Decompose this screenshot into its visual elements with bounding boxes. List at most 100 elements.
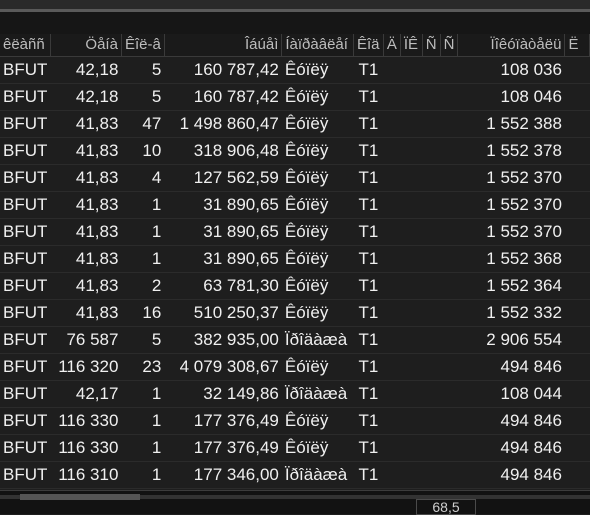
cell-code: T1 xyxy=(353,326,384,354)
cell-empty xyxy=(440,245,458,273)
table-row[interactable]: BFUT 42,18 5 160 787,42 Êóïëÿ T1 108 046 xyxy=(0,83,590,111)
table-row[interactable]: BFUT 41,83 16 510 250,37 Êóïëÿ T1 1 552 332 xyxy=(0,299,590,327)
cell-empty xyxy=(564,380,590,408)
cell-buyer: 494 846 xyxy=(457,407,565,435)
cell-class: BFUT xyxy=(0,83,51,111)
header-col-12[interactable]: Ë xyxy=(564,34,590,57)
table-row[interactable]: BFUT 116 330 1 177 376,49 Êóïëÿ T1 494 846 xyxy=(0,434,590,462)
table-row[interactable]: BFUT 116 310 1 177 346,00 Ïðîäàæà T1 494 846 xyxy=(0,461,590,489)
cell-buyer: 2 906 554 xyxy=(457,326,565,354)
cell-buyer: 494 846 xyxy=(457,434,565,462)
cell-class: BFUT xyxy=(0,137,51,165)
table-row[interactable]: BFUT 41,83 1 31 890,65 Êóïëÿ T1 1 552 370 xyxy=(0,191,590,219)
cell-price: 41,83 xyxy=(50,245,122,273)
cell-price: 42,18 xyxy=(50,56,122,84)
header-volume[interactable]: Îáúåì xyxy=(164,34,283,57)
header-col-9[interactable]: Ñ xyxy=(422,34,441,57)
cell-empty xyxy=(564,434,590,462)
table-row[interactable]: BFUT 116 320 23 4 079 308,67 Êóïëÿ T1 494 846 xyxy=(0,353,590,381)
cell-qty: 1 xyxy=(121,218,165,246)
cell-qty: 2 xyxy=(121,272,165,300)
cell-empty xyxy=(400,353,423,381)
cell-direction: Ïðîäàæà xyxy=(281,326,354,354)
cell-direction: Êóïëÿ xyxy=(281,218,354,246)
cell-volume: 177 376,49 xyxy=(164,434,282,462)
cell-empty xyxy=(400,137,423,165)
cell-price: 41,83 xyxy=(50,110,122,138)
table-row[interactable]: BFUT 41,83 2 63 781,30 Êóïëÿ T1 1 552 364 xyxy=(0,272,590,300)
header-price[interactable]: Öåíà xyxy=(50,34,122,57)
cell-price: 42,17 xyxy=(50,380,122,408)
scroll-thumb[interactable] xyxy=(20,494,140,500)
cell-qty: 1 xyxy=(121,380,165,408)
cell-empty xyxy=(400,164,423,192)
cell-empty xyxy=(440,272,458,300)
cell-buyer: 1 552 364 xyxy=(457,272,565,300)
cell-qty: 16 xyxy=(121,299,165,327)
cell-qty: 1 xyxy=(121,434,165,462)
header-col-8[interactable]: ÏÊ xyxy=(400,34,423,57)
cell-empty xyxy=(564,56,590,84)
cell-price: 76 587 xyxy=(50,326,122,354)
cell-volume: 31 890,65 xyxy=(164,218,282,246)
cell-direction: Êóïëÿ xyxy=(281,137,354,165)
cell-class: BFUT xyxy=(0,461,51,489)
cell-volume: 31 890,65 xyxy=(164,245,282,273)
cell-qty: 1 xyxy=(121,461,165,489)
cell-empty xyxy=(440,299,458,327)
cell-price: 116 320 xyxy=(50,353,122,381)
cell-empty xyxy=(400,461,423,489)
horizontal-scrollbar[interactable]: 68,5 xyxy=(0,490,590,515)
cell-empty xyxy=(422,299,441,327)
table-row[interactable]: BFUT 42,18 5 160 787,42 Êóïëÿ T1 108 036 xyxy=(0,56,590,84)
cell-empty xyxy=(383,299,401,327)
table-row[interactable]: BFUT 41,83 1 31 890,65 Êóïëÿ T1 1 552 368 xyxy=(0,245,590,273)
header-col-10[interactable]: Ñ xyxy=(440,34,459,57)
cell-class: BFUT xyxy=(0,353,51,381)
table-row[interactable]: BFUT 41,83 47 1 498 860,47 Êóïëÿ T1 1 552 388 xyxy=(0,110,590,138)
cell-price: 41,83 xyxy=(50,137,122,165)
cell-empty xyxy=(564,191,590,219)
header-direction[interactable]: Íàïðàâëåí xyxy=(281,34,354,57)
table-row[interactable]: BFUT 76 587 5 382 935,00 Ïðîäàæà T1 2 906 554 xyxy=(0,326,590,354)
cell-empty xyxy=(564,218,590,246)
header-col-7[interactable]: Ä xyxy=(383,34,401,57)
cell-direction: Êóïëÿ xyxy=(281,191,354,219)
header-buyer[interactable]: Ïîêóïàòåëü xyxy=(457,34,566,57)
cell-empty xyxy=(400,326,423,354)
cell-empty xyxy=(564,137,590,165)
table-row[interactable]: BFUT 116 330 1 177 376,49 Êóïëÿ T1 494 846 xyxy=(0,407,590,435)
cell-qty: 5 xyxy=(121,56,165,84)
cell-price: 41,83 xyxy=(50,191,122,219)
cell-empty xyxy=(564,83,590,111)
header-code[interactable]: Êîä xyxy=(353,34,384,57)
table-row[interactable]: BFUT 42,17 1 32 149,86 Ïðîäàæà T1 108 044 xyxy=(0,380,590,408)
cell-empty xyxy=(564,245,590,273)
cell-buyer: 1 552 370 xyxy=(457,164,565,192)
cell-empty xyxy=(440,434,458,462)
cell-qty: 1 xyxy=(121,407,165,435)
cell-empty xyxy=(440,83,458,111)
header-band xyxy=(0,12,590,34)
table-row[interactable]: BFUT 41,83 10 318 906,48 Êóïëÿ T1 1 552 378 xyxy=(0,137,590,165)
cell-class: BFUT xyxy=(0,299,51,327)
cell-price: 42,18 xyxy=(50,83,122,111)
header-class[interactable]: êëàññ xyxy=(0,34,51,57)
cell-empty xyxy=(422,164,441,192)
cell-empty xyxy=(383,326,401,354)
table-row[interactable]: BFUT 41,83 4 127 562,59 Êóïëÿ T1 1 552 370 xyxy=(0,164,590,192)
table-row[interactable]: BFUT 41,83 1 31 890,65 Êóïëÿ T1 1 552 370 xyxy=(0,218,590,246)
cell-empty xyxy=(564,353,590,381)
cell-empty xyxy=(400,272,423,300)
cell-class: BFUT xyxy=(0,164,51,192)
header-qty[interactable]: Êîë-â xyxy=(121,34,165,57)
cell-qty: 1 xyxy=(121,191,165,219)
cell-empty xyxy=(383,461,401,489)
cell-class: BFUT xyxy=(0,110,51,138)
cell-empty xyxy=(422,191,441,219)
cell-direction: Êóïëÿ xyxy=(281,56,354,84)
cell-empty xyxy=(400,191,423,219)
cell-code: T1 xyxy=(353,299,384,327)
window-top-bar xyxy=(0,0,590,9)
cell-code: T1 xyxy=(353,434,384,462)
